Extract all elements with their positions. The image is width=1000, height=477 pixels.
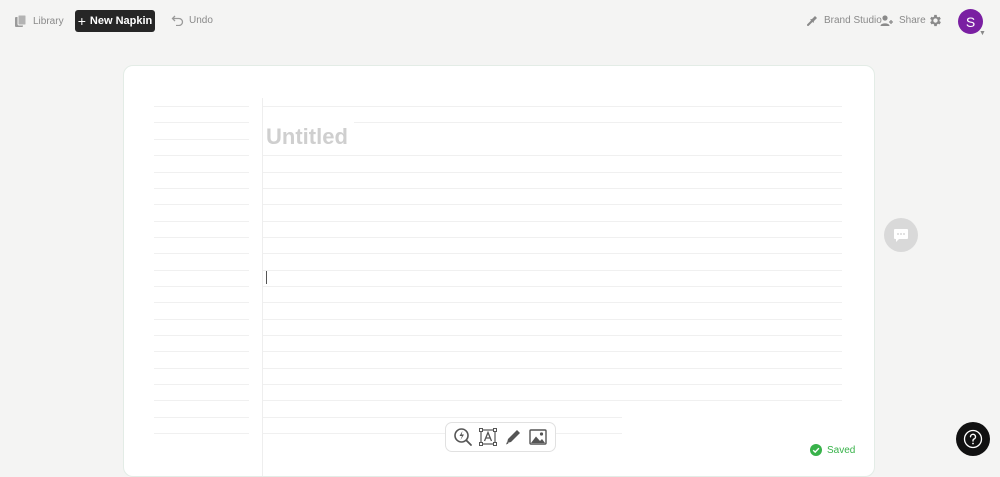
brand-studio-label: Brand Studio [824, 15, 882, 26]
chat-icon [894, 228, 908, 242]
help-button[interactable] [956, 422, 990, 456]
chevron-down-icon[interactable]: ▼ [979, 30, 986, 37]
image-icon [529, 429, 548, 445]
undo-icon [171, 15, 184, 26]
check-circle-icon [810, 444, 822, 456]
insert-image-button[interactable] [527, 426, 549, 448]
save-status: Saved [810, 444, 855, 456]
brand-studio-button[interactable]: Brand Studio [806, 14, 882, 27]
library-button[interactable]: Library [14, 14, 64, 28]
comment-button[interactable] [884, 218, 918, 252]
share-button[interactable]: Share [880, 14, 926, 27]
brand-studio-icon [807, 16, 817, 26]
pen-icon [506, 430, 521, 445]
text-cursor [266, 271, 267, 284]
saved-label: Saved [827, 444, 856, 456]
undo-label: Undo [189, 14, 213, 26]
library-label: Library [33, 15, 64, 27]
library-icon [15, 14, 27, 27]
plus-icon: + [77, 12, 86, 29]
spark-search-icon [453, 428, 472, 446]
share-label: Share [899, 15, 926, 26]
undo-button[interactable]: Undo [171, 14, 213, 26]
share-icon [880, 15, 893, 26]
top-bar: Library + New Napkin Undo Brand Studio S… [0, 0, 1000, 42]
margin-line [262, 98, 263, 476]
document-title[interactable]: Untitled [266, 124, 348, 150]
draw-button[interactable] [502, 426, 524, 448]
help-icon [963, 429, 983, 449]
new-napkin-button[interactable]: + New Napkin [75, 10, 155, 32]
generate-visual-button[interactable] [452, 426, 474, 448]
napkin-canvas[interactable]: Untitled [123, 65, 875, 477]
insert-toolbar [445, 422, 556, 452]
text-box-button[interactable] [477, 426, 499, 448]
text-box-icon [478, 428, 497, 446]
new-napkin-label: New Napkin [89, 15, 153, 27]
avatar-initial: S [965, 13, 976, 30]
settings-button[interactable] [928, 13, 943, 33]
gear-icon [930, 14, 941, 27]
